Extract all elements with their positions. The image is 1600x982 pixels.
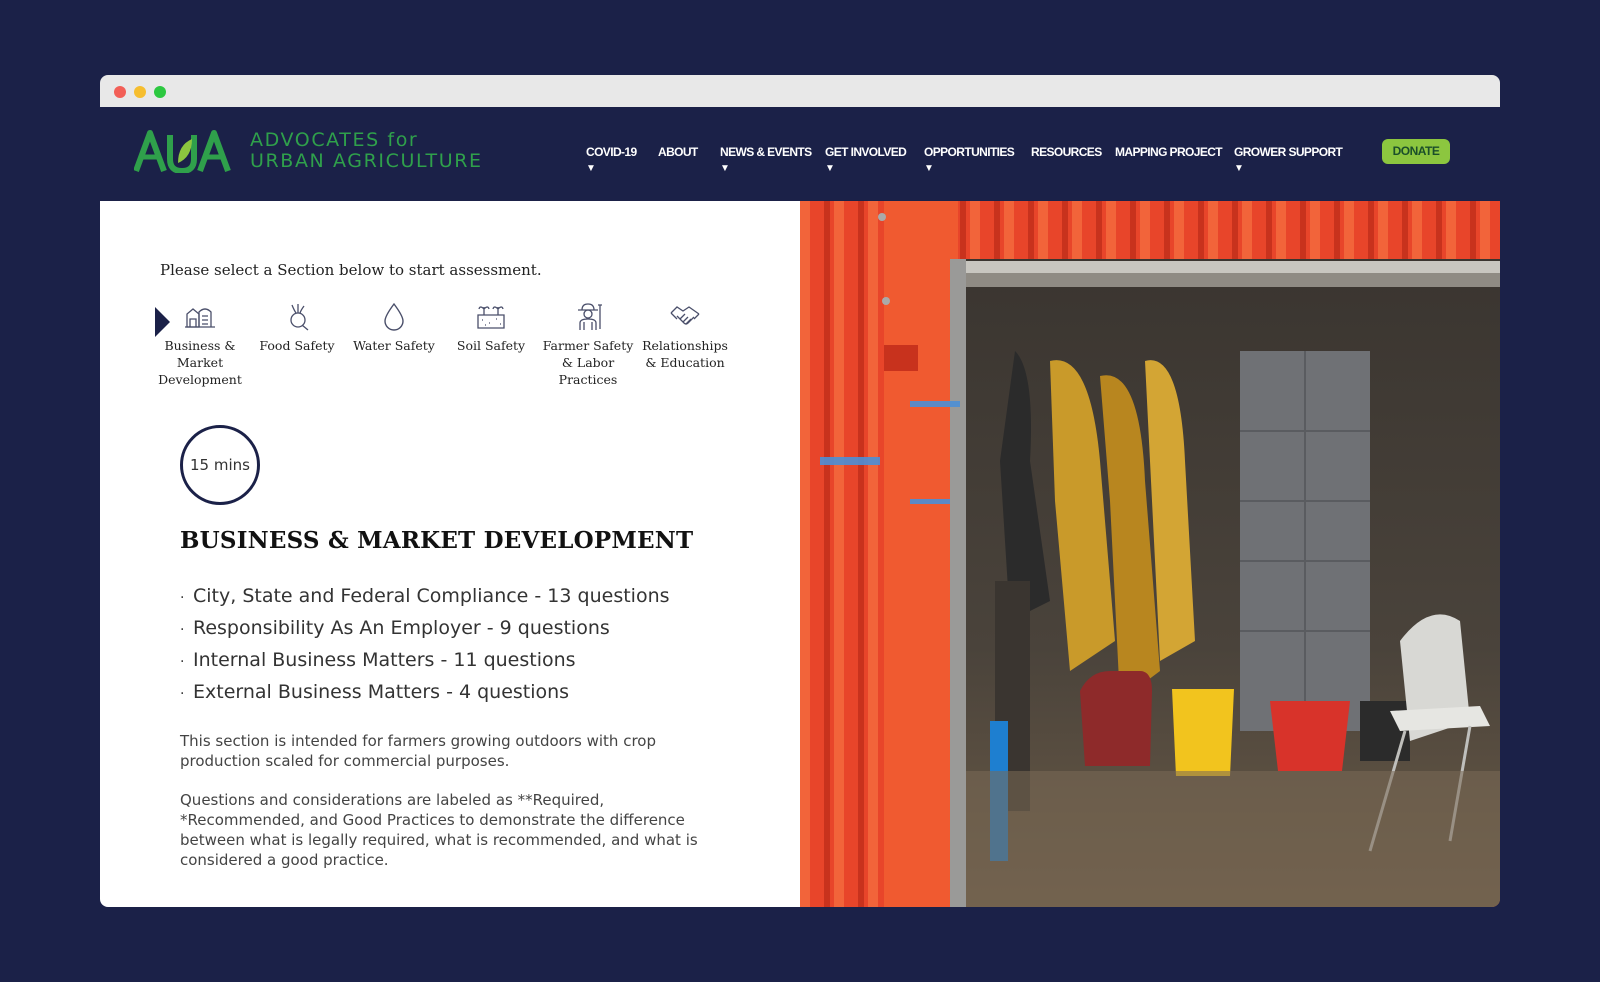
minimize-window-button[interactable]: [134, 86, 146, 98]
bullet: ·: [180, 654, 185, 670]
section-label: Soil Safety: [456, 338, 526, 353]
section-label: Water Safety: [353, 338, 435, 353]
handshake-icon: [670, 306, 700, 325]
section-label: Farmer Safety & Labor Practices: [542, 338, 634, 387]
nav-item-grower-support[interactable]: GROWER SUPPORT ▼: [1234, 145, 1343, 174]
chevron-down-icon: ▼: [1234, 163, 1244, 174]
nav-item-news-events[interactable]: NEWS & EVENTS ▼: [720, 145, 812, 174]
nav-item-about[interactable]: ABOUT: [658, 145, 698, 159]
list-item-text: Responsibility As An Employer - 9 questi…: [193, 617, 610, 639]
nav-item-covid[interactable]: COVID-19 ▼: [586, 145, 637, 174]
browser-window: ADVOCATES for URBAN AGRICULTURE COVID-19…: [100, 75, 1500, 907]
time-estimate-badge: 15 mins: [180, 425, 260, 505]
section-title: BUSINESS & MARKET DEVELOPMENT: [180, 527, 694, 554]
soil-sprout-icon: [477, 306, 505, 329]
assessment-intro: Please select a Section below to start a…: [160, 261, 542, 279]
nav-item-label: COVID-19: [586, 145, 637, 159]
nav-item-label: MAPPING PROJECT: [1115, 145, 1223, 159]
site-header: ADVOCATES for URBAN AGRICULTURE COVID-19…: [100, 107, 1500, 201]
bullet: ·: [180, 590, 185, 606]
main-content: Please select a Section below to start a…: [100, 201, 1500, 907]
list-item-text: City, State and Federal Compliance - 13 …: [193, 585, 670, 607]
section-food-safety[interactable]: Food Safety: [247, 301, 347, 354]
nav-item-resources[interactable]: RESOURCES: [1031, 145, 1102, 159]
question-list: · City, State and Federal Compliance - 13…: [180, 581, 670, 709]
bullet: ·: [180, 686, 185, 702]
section-farmer-safety[interactable]: Farmer Safety & Labor Practices: [538, 301, 638, 388]
donate-button[interactable]: DONATE: [1382, 139, 1450, 164]
nav-item-opportunities[interactable]: OPPORTUNITIES ▼: [924, 145, 1015, 174]
section-label: Food Safety: [259, 338, 335, 353]
hero-photo: [800, 201, 1500, 907]
barn-icon: [185, 308, 215, 328]
bullet: ·: [180, 622, 185, 638]
list-item[interactable]: · Responsibility As An Employer - 9 quest…: [180, 613, 670, 645]
section-label: Relationships & Education: [642, 338, 728, 370]
chevron-down-icon: ▼: [586, 163, 596, 174]
water-drop-icon: [384, 302, 404, 331]
nav-item-mapping-project[interactable]: MAPPING PROJECT: [1115, 145, 1223, 159]
label-explanation: Questions and considerations are labeled…: [180, 791, 698, 869]
main-nav: COVID-19 ▼ ABOUT NEWS & EVENTS ▼ GET INV…: [100, 145, 1500, 185]
nav-item-label: GROWER SUPPORT: [1234, 145, 1343, 159]
chevron-down-icon: ▼: [924, 163, 934, 174]
farmer-icon: [578, 303, 602, 330]
chevron-down-icon: ▼: [720, 163, 730, 174]
nav-item-label: NEWS & EVENTS: [720, 145, 812, 159]
list-item[interactable]: · External Business Matters - 4 questions: [180, 677, 670, 709]
nav-item-label: GET INVOLVED: [825, 145, 907, 159]
section-soil-safety[interactable]: Soil Safety: [441, 301, 541, 354]
nav-item-label: OPPORTUNITIES: [924, 145, 1015, 159]
browser-titlebar: [100, 75, 1500, 107]
nav-item-label: RESOURCES: [1031, 145, 1102, 159]
shipping-container-photo: [800, 201, 1500, 907]
nav-item-get-involved[interactable]: GET INVOLVED ▼: [825, 145, 907, 174]
list-item[interactable]: · Internal Business Matters - 11 question…: [180, 645, 670, 677]
assessment-panel: Please select a Section below to start a…: [100, 201, 800, 907]
section-business-market[interactable]: Business & Market Development: [150, 301, 250, 388]
section-water-safety[interactable]: Water Safety: [344, 301, 444, 354]
list-item-text: Internal Business Matters - 11 questions: [193, 649, 576, 671]
list-item-text: External Business Matters - 4 questions: [193, 681, 570, 703]
close-window-button[interactable]: [114, 86, 126, 98]
section-label: Business & Market Development: [158, 338, 242, 387]
chevron-down-icon: ▼: [825, 163, 835, 174]
list-item[interactable]: · City, State and Federal Compliance - 13…: [180, 581, 670, 613]
section-relationships[interactable]: Relationships & Education: [635, 301, 735, 371]
beet-icon: [290, 304, 309, 331]
nav-item-label: ABOUT: [658, 145, 698, 159]
maximize-window-button[interactable]: [154, 86, 166, 98]
section-selector: Business & Market Development Food Safet…: [150, 301, 800, 401]
section-description: This section is intended for farmers gro…: [180, 732, 656, 770]
